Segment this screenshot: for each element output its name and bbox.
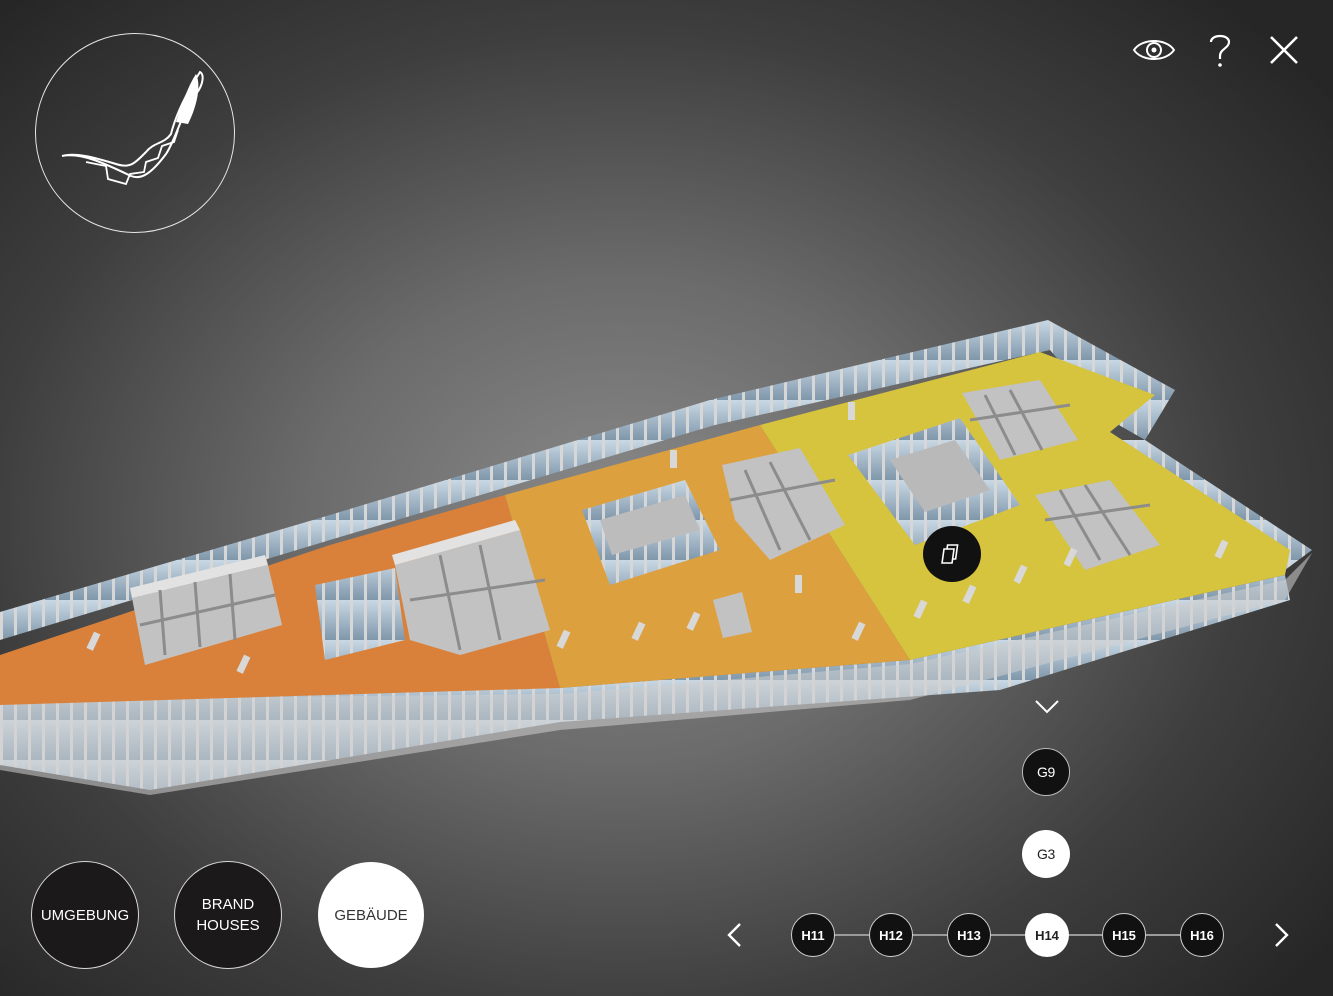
eye-icon <box>1132 40 1176 60</box>
floor-button-g3[interactable]: G3 <box>1022 830 1070 878</box>
mode-label: UMGEBUNG <box>40 906 130 924</box>
house-button-h11[interactable]: H11 <box>791 913 835 957</box>
mode-button-gebaeude[interactable]: GEBÄUDE <box>318 862 424 968</box>
chevron-down-icon[interactable] <box>1033 697 1061 717</box>
stacked-pages-icon <box>941 544 959 564</box>
site-map-icon <box>61 70 204 186</box>
question-mark-icon <box>1209 34 1231 67</box>
house-button-h16[interactable]: H16 <box>1180 913 1224 957</box>
mode-label: GEBÄUDE <box>334 906 408 924</box>
house-button-h12[interactable]: H12 <box>869 913 913 957</box>
mode-label-line1: BRAND <box>201 896 255 913</box>
mode-button-umgebung[interactable]: UMGEBUNG <box>31 861 139 969</box>
close-icon <box>1270 36 1298 64</box>
close-button[interactable] <box>1262 30 1306 70</box>
view-button[interactable] <box>1132 30 1176 70</box>
house-button-h14[interactable]: H14 <box>1025 913 1069 957</box>
site-map-button[interactable] <box>35 33 235 233</box>
chevron-right-icon[interactable] <box>1268 920 1294 950</box>
mode-label-line2: HOUSES <box>196 917 260 934</box>
house-button-h13[interactable]: H13 <box>947 913 991 957</box>
help-button[interactable] <box>1198 30 1242 70</box>
mode-button-brand-houses[interactable]: BRAND HOUSES <box>174 861 282 969</box>
house-button-h15[interactable]: H15 <box>1102 913 1146 957</box>
floor-button-g9[interactable]: G9 <box>1022 748 1070 796</box>
info-pin-button[interactable] <box>923 526 981 582</box>
chevron-left-icon[interactable] <box>722 920 748 950</box>
